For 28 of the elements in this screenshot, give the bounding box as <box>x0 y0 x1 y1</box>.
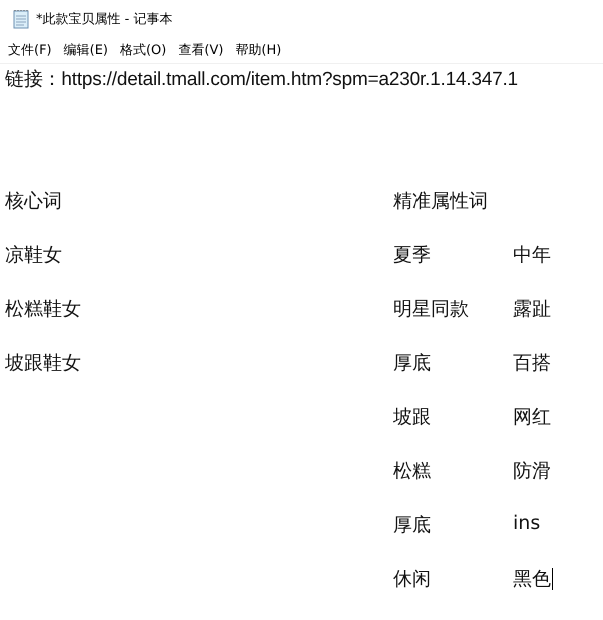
keyword: 凉鞋女 <box>5 243 62 268</box>
keyword: ins <box>513 512 540 534</box>
keyword: 松糕 <box>393 459 431 484</box>
keyword: 百搭 <box>513 351 551 376</box>
column-heading: 精准属性词 <box>393 189 488 214</box>
menu-item[interactable]: 帮助(H) <box>235 41 282 60</box>
text-cursor <box>552 568 553 590</box>
menu-item[interactable]: 编辑(E) <box>64 41 108 60</box>
keyword: 露趾 <box>513 297 551 322</box>
text-line: 链接：https://detail.tmall.com/item.htm?spm=a230r.1.14.347.1 <box>5 68 518 92</box>
notepad-icon <box>12 8 30 29</box>
keyword: 休闲 <box>393 567 431 592</box>
keyword: 网红 <box>513 405 551 430</box>
keyword: 坡跟鞋女 <box>5 351 81 376</box>
keyword: 黑色 <box>513 567 551 592</box>
keyword: 夏季 <box>393 243 431 268</box>
keyword: 坡跟 <box>393 405 431 430</box>
menu-item[interactable]: 格式(O) <box>120 41 166 60</box>
keyword: 厚底 <box>393 513 431 538</box>
column-heading: 核心词 <box>5 189 62 214</box>
keyword: 厚底 <box>393 351 431 376</box>
keyword: 防滑 <box>513 459 551 484</box>
keyword: 中年 <box>513 243 551 268</box>
keyword: 松糕鞋女 <box>5 297 81 322</box>
window-title: *此款宝贝属性 - 记事本 <box>36 10 172 28</box>
menu-item[interactable]: 文件(F) <box>8 41 52 60</box>
menu-item[interactable]: 查看(V) <box>178 41 224 60</box>
keyword: 明星同款 <box>393 297 469 322</box>
